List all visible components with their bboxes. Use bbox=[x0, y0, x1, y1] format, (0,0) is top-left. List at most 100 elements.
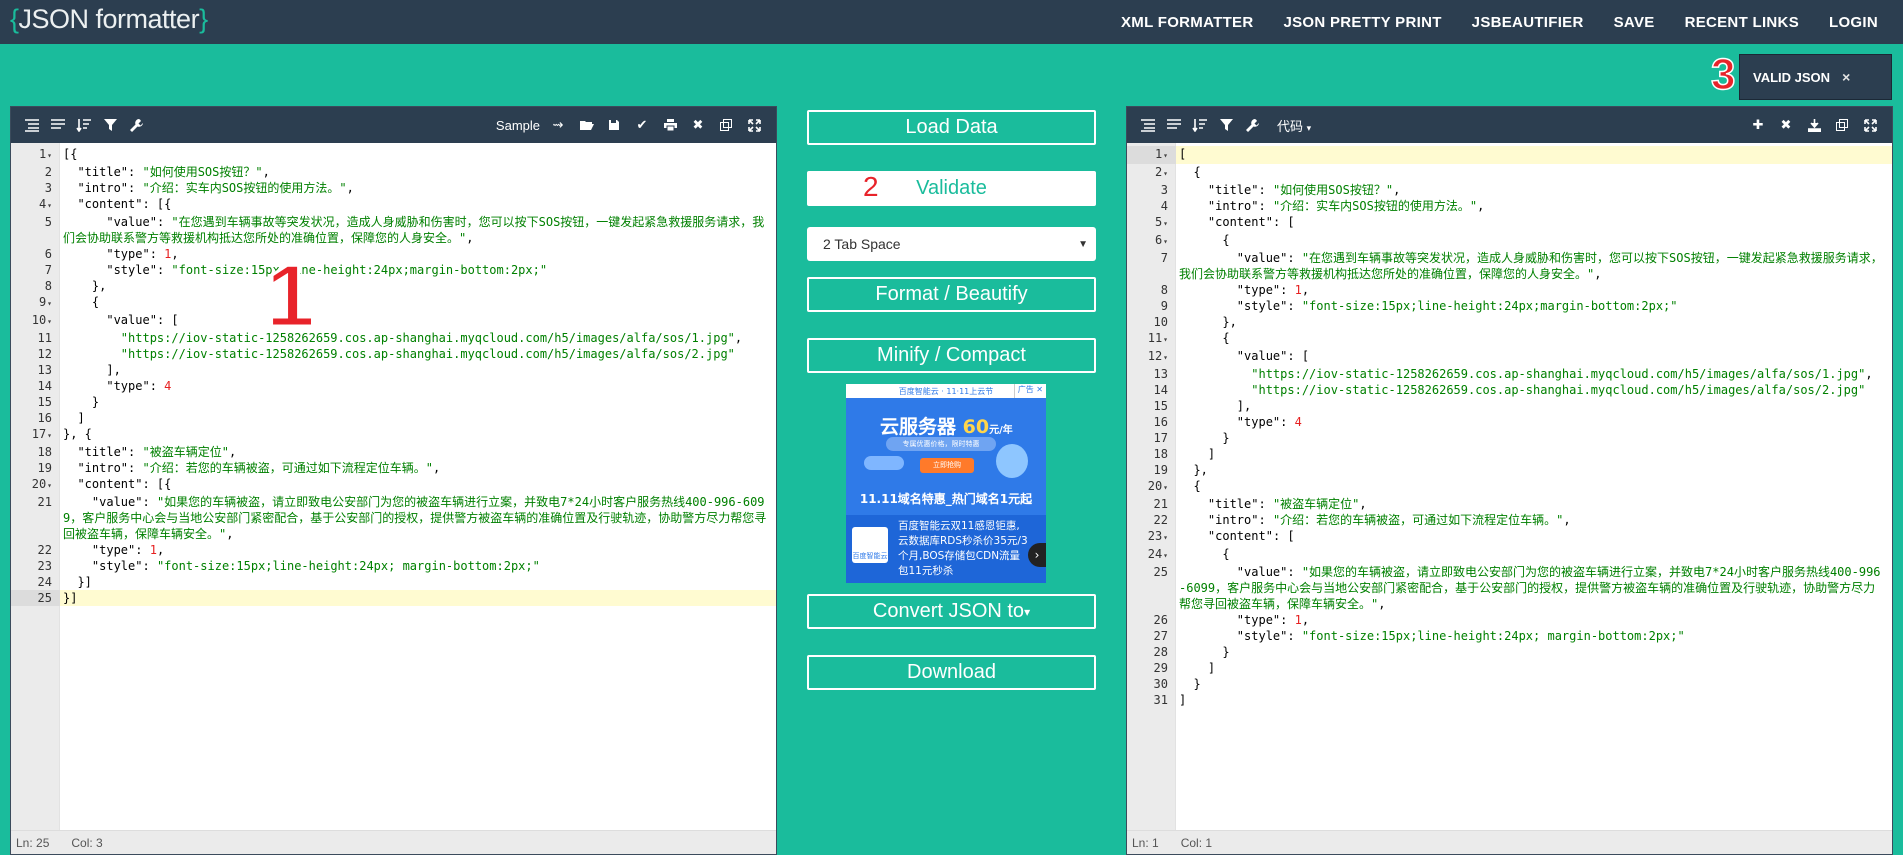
fold-toggle-icon[interactable]: ▾ bbox=[47, 317, 52, 326]
copy-icon[interactable] bbox=[1828, 107, 1856, 143]
fold-toggle-icon[interactable]: ▾ bbox=[1163, 169, 1168, 178]
nav-login[interactable]: LOGIN bbox=[1829, 14, 1878, 31]
code-text: }] bbox=[63, 575, 92, 589]
check-icon[interactable]: ✔ bbox=[628, 107, 656, 143]
code-line: 5▾ "content": [ bbox=[1127, 214, 1892, 232]
nav-xml-formatter[interactable]: XML FORMATTER bbox=[1121, 14, 1254, 31]
input-editor-toolbar: Sample ⇝ ✔ ✖ bbox=[11, 107, 776, 143]
print-icon[interactable] bbox=[656, 107, 684, 143]
fold-toggle-icon[interactable]: ▾ bbox=[1163, 533, 1168, 542]
copy-icon[interactable] bbox=[712, 107, 740, 143]
clear-icon[interactable]: ✖ bbox=[684, 107, 712, 143]
code-line: 8 }, bbox=[11, 278, 776, 294]
wrench-icon[interactable] bbox=[123, 107, 149, 143]
sample-button[interactable]: Sample bbox=[496, 118, 540, 133]
fold-toggle-icon[interactable]: ▾ bbox=[1163, 551, 1168, 560]
code-line: 23 "style": "font-size:15px;line-height:… bbox=[11, 558, 776, 574]
chevron-right-icon[interactable]: › bbox=[1028, 543, 1046, 567]
download-button[interactable]: Download bbox=[807, 655, 1096, 690]
usb-icon[interactable]: ⇝ bbox=[544, 107, 572, 143]
load-data-button[interactable]: Load Data bbox=[807, 110, 1096, 145]
advertisement[interactable]: 百度智能云 · 11·11上云节 广告 ✕ 云服务器 60元/年 专属优惠价格，… bbox=[846, 384, 1046, 583]
line-number: 6▾ bbox=[1154, 233, 1168, 247]
compact-icon[interactable] bbox=[1161, 107, 1187, 143]
line-number: 9 bbox=[1160, 299, 1168, 313]
nav-save[interactable]: SAVE bbox=[1614, 14, 1655, 31]
fold-toggle-icon[interactable]: ▾ bbox=[47, 201, 52, 210]
caret-down-icon: ▾ bbox=[1306, 122, 1312, 133]
ad-buy-button[interactable]: 立即抢购 bbox=[920, 458, 974, 473]
compact-icon[interactable] bbox=[45, 107, 71, 143]
fullscreen-icon[interactable] bbox=[740, 107, 768, 143]
line-number: 31 bbox=[1153, 693, 1168, 707]
fold-toggle-icon[interactable]: ▾ bbox=[47, 299, 52, 308]
code-lines: 1▾[2▾ {3 "title": "如何使用SOS按钮？", 4 "intro"… bbox=[1127, 146, 1892, 708]
filter-icon[interactable] bbox=[97, 107, 123, 143]
site-logo[interactable]: {JSON formatter} bbox=[10, 4, 208, 35]
nav-json-pretty-print[interactable]: JSON PRETTY PRINT bbox=[1283, 14, 1441, 31]
input-code-area[interactable]: 1▾[{2 "title": "如何使用SOS按钮？", 3 "intro": "… bbox=[11, 143, 776, 830]
filter-icon[interactable] bbox=[1213, 107, 1239, 143]
code-text: "value": [ bbox=[1236, 349, 1310, 363]
line-number: 18 bbox=[1153, 447, 1168, 461]
pin-icon[interactable]: ✚ bbox=[1744, 107, 1772, 143]
format-icon[interactable] bbox=[19, 107, 45, 143]
input-editor: Sample ⇝ ✔ ✖ 1▾[{2 "title": "如何使用SOS按钮？"… bbox=[10, 106, 777, 855]
code-text: "value": "如果您的车辆被盗，请立即致电公安部门为您的被盗车辆进行立案，… bbox=[63, 495, 767, 541]
download-icon[interactable] bbox=[1800, 107, 1828, 143]
ad-tag[interactable]: 广告 ✕ bbox=[1013, 384, 1046, 398]
line-number: 11 bbox=[37, 331, 52, 345]
code-text: ] bbox=[63, 411, 85, 425]
line-number: 15 bbox=[37, 395, 52, 409]
tab-space-select[interactable]: 2 Tab Space ▼ bbox=[807, 227, 1096, 261]
line-number: 13 bbox=[37, 363, 52, 377]
code-line: 6 "type": 1, bbox=[11, 246, 776, 262]
code-line: 13 "https://iov-static-1258262659.cos.ap… bbox=[1127, 366, 1892, 382]
line-number: 29 bbox=[1153, 661, 1168, 675]
code-line: 24▾ { bbox=[1127, 546, 1892, 564]
format-beautify-button[interactable]: Format / Beautify bbox=[807, 277, 1096, 312]
line-number: 12 bbox=[37, 347, 52, 361]
folder-open-icon[interactable] bbox=[572, 107, 600, 143]
nav-recent-links[interactable]: RECENT LINKS bbox=[1685, 14, 1799, 31]
code-text: "style": "font-size:15px;line-height:24p… bbox=[1236, 629, 1685, 643]
code-text: "style": "font-size:15px;line-height:24p… bbox=[91, 559, 540, 573]
output-code-area[interactable]: 1▾[2▾ {3 "title": "如何使用SOS按钮？", 4 "intro"… bbox=[1127, 143, 1892, 830]
fold-toggle-icon[interactable]: ▾ bbox=[1163, 237, 1168, 246]
wrench-icon[interactable] bbox=[1239, 107, 1265, 143]
fold-toggle-icon[interactable]: ▾ bbox=[47, 431, 52, 440]
line-number: 10 bbox=[1153, 315, 1168, 329]
line-number: 12▾ bbox=[1147, 349, 1168, 363]
fold-toggle-icon[interactable]: ▾ bbox=[1163, 219, 1168, 228]
line-number: 17 bbox=[1153, 431, 1168, 445]
save-icon[interactable] bbox=[600, 107, 628, 143]
code-text: "https://iov-static-1258262659.cos.ap-sh… bbox=[120, 347, 735, 361]
code-line: 11 "https://iov-static-1258262659.cos.ap… bbox=[11, 330, 776, 346]
minify-compact-button[interactable]: Minify / Compact bbox=[807, 338, 1096, 373]
code-line: 30 } bbox=[1127, 676, 1892, 692]
code-text: "intro": "介绍：若您的车辆被盗，可通过如下流程定位车辆。", bbox=[1207, 513, 1571, 527]
mode-select[interactable]: 代码 ▾ bbox=[1277, 116, 1311, 135]
fold-toggle-icon[interactable]: ▾ bbox=[1163, 483, 1168, 492]
close-icon[interactable]: × bbox=[1842, 69, 1850, 85]
line-number: 30 bbox=[1153, 677, 1168, 691]
convert-json-button[interactable]: Convert JSON to ▾ bbox=[807, 594, 1096, 629]
fold-toggle-icon[interactable]: ▾ bbox=[1163, 353, 1168, 362]
sort-icon[interactable] bbox=[71, 107, 97, 143]
fold-toggle-icon[interactable]: ▾ bbox=[47, 481, 52, 490]
code-text: { bbox=[1179, 479, 1201, 493]
code-text: }, bbox=[1179, 315, 1237, 329]
nav-jsbeautifier[interactable]: JSBEAUTIFIER bbox=[1472, 14, 1584, 31]
clear-icon[interactable]: ✖ bbox=[1772, 107, 1800, 143]
annotation-badge-1: 1 bbox=[265, 246, 317, 345]
fullscreen-icon[interactable] bbox=[1856, 107, 1884, 143]
validate-button[interactable]: Validate bbox=[807, 171, 1096, 206]
format-icon[interactable] bbox=[1135, 107, 1161, 143]
code-text: [ bbox=[1179, 147, 1187, 161]
sort-icon[interactable] bbox=[1187, 107, 1213, 143]
code-line: 18 ] bbox=[1127, 446, 1892, 462]
fold-toggle-icon[interactable]: ▾ bbox=[1163, 335, 1168, 344]
line-number: 25 bbox=[11, 590, 60, 606]
fold-toggle-icon[interactable]: ▾ bbox=[1163, 151, 1168, 160]
fold-toggle-icon[interactable]: ▾ bbox=[47, 151, 52, 160]
